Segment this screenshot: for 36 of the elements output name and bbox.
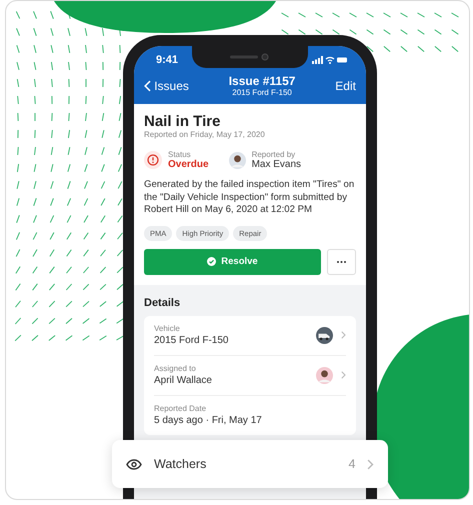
- resolve-button[interactable]: Resolve: [144, 248, 321, 274]
- avatar-icon: [316, 366, 334, 384]
- vehicle-subtitle: 2015 Ford F-150: [232, 88, 292, 97]
- watchers-label: Watchers: [154, 457, 208, 471]
- chevron-right-icon: [341, 331, 346, 339]
- avatar-icon: [228, 152, 246, 168]
- issue-number: Issue #1157: [228, 74, 296, 88]
- detail-value: April Wallace: [154, 375, 213, 386]
- issue-title: Nail in Tire: [144, 113, 222, 130]
- detail-value: 5 days ago · Fri, May 17: [154, 415, 263, 426]
- back-link[interactable]: Issues: [144, 78, 189, 92]
- check-circle-icon: [207, 257, 216, 266]
- detail-label: Assigned to: [154, 364, 197, 373]
- detail-label: Reported Date: [154, 404, 208, 413]
- watchers-count: 4: [348, 457, 356, 471]
- details-heading: Details: [144, 296, 182, 308]
- camera-icon: [230, 53, 270, 61]
- watchers-row[interactable]: Watchers 4: [112, 440, 388, 488]
- detail-label: Vehicle: [154, 324, 181, 333]
- back-chevron-icon: [144, 80, 152, 92]
- status-icons: [312, 56, 348, 64]
- chevron-right-icon: [341, 371, 346, 379]
- status-label: Status: [168, 150, 192, 159]
- status-value: Overdue: [168, 159, 209, 170]
- status-time: 9:41: [156, 54, 178, 66]
- alert-icon: [144, 151, 162, 169]
- detail-value: 2015 Ford F-150: [154, 335, 230, 346]
- more-button[interactable]: [327, 248, 356, 274]
- eye-icon: [126, 458, 142, 470]
- van-icon: [316, 326, 334, 344]
- issue-description: Generated by the failed inspection item "Tires" on the "Daily Vehicle Inspection" form submitted by Robert Hill on May 6, 2020 at 12:02 PM: [144, 179, 356, 216]
- chevron-right-icon: [367, 458, 374, 470]
- edit-link[interactable]: Edit: [335, 78, 356, 92]
- reporter-name: Max Evans: [252, 159, 302, 170]
- reported-date: Reported on Friday, May 17, 2020: [144, 130, 266, 139]
- reporter-label: Reported by: [252, 150, 296, 159]
